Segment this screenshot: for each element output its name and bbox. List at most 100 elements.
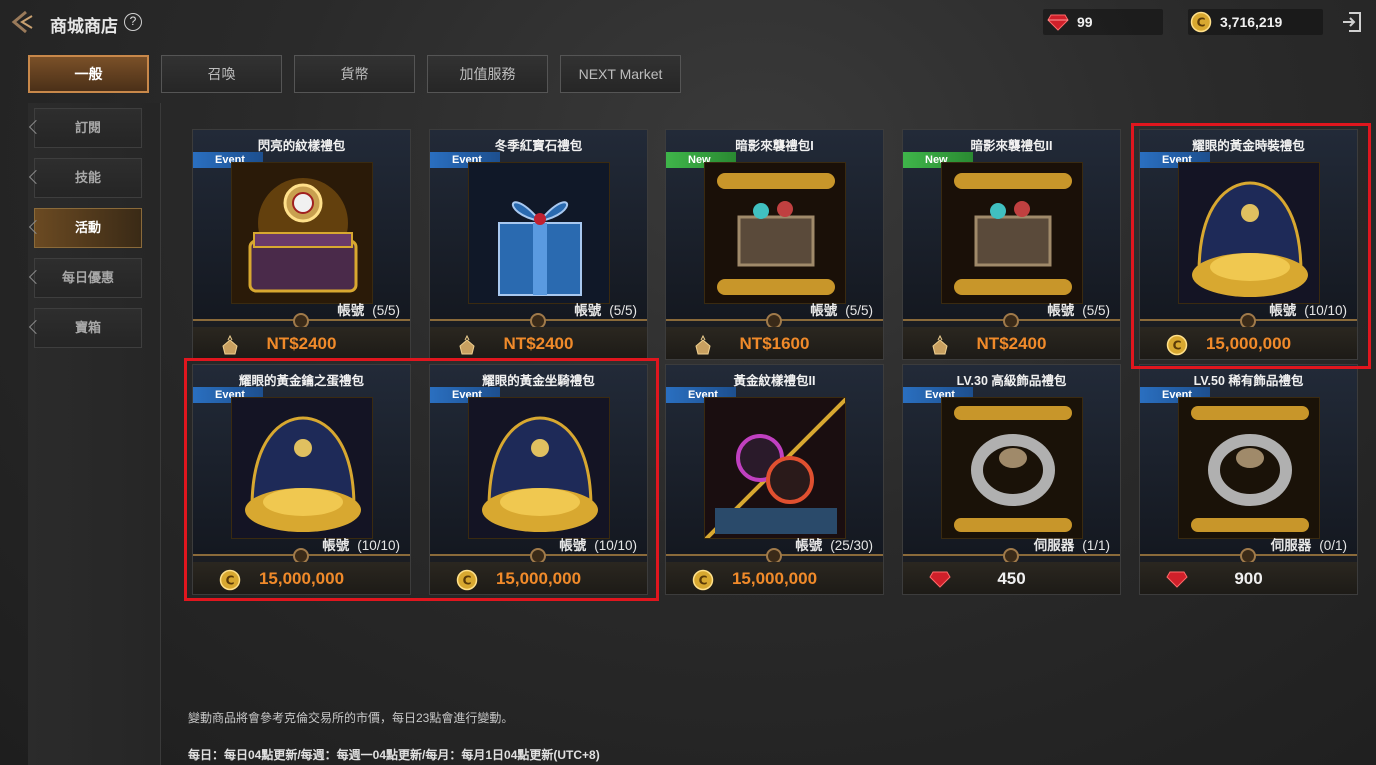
product-price: NT$2400 xyxy=(266,334,337,353)
product-image xyxy=(468,162,610,304)
sidebar-item-daily-deals[interactable]: 每日優惠 xyxy=(28,258,142,298)
product-price: NT$2400 xyxy=(503,334,574,353)
product-price: 450 xyxy=(997,569,1026,588)
gold-coin-icon: C xyxy=(1190,11,1212,33)
price-bar[interactable]: C 15,000,000 xyxy=(193,562,410,594)
limit-count: (0/1) xyxy=(1319,538,1347,553)
product-price: 900 xyxy=(1234,569,1263,588)
purchase-limit: 帳號 (5/5) xyxy=(1047,299,1110,319)
limit-count: (10/10) xyxy=(594,538,637,553)
product-card[interactable]: 耀眼的黃金坐騎禮包 Event 帳號 (10/10) C 15,000,000 xyxy=(429,364,648,595)
product-image xyxy=(941,397,1083,539)
price-bar[interactable]: NT$2400 xyxy=(193,327,410,359)
product-price: 15,000,000 xyxy=(1205,334,1292,353)
limit-scope: 帳號 xyxy=(559,538,587,553)
product-image xyxy=(468,397,610,539)
limit-scope: 伺服器 xyxy=(1270,538,1312,553)
product-card[interactable]: 冬季紅寶石禮包 Event 帳號 (5/5) NT$2400 xyxy=(429,129,648,360)
product-card[interactable]: LV.30 高級飾品禮包 Event 伺服器 (1/1) 450 xyxy=(902,364,1121,595)
card-divider xyxy=(666,313,883,329)
header-bar: 商城商店 ? 99 C 3,716,219 xyxy=(0,0,1376,46)
product-image xyxy=(231,397,373,539)
product-price: 15,000,000 xyxy=(495,569,582,588)
price-bar[interactable]: NT$1600 xyxy=(666,327,883,359)
purchase-limit: 帳號 (10/10) xyxy=(322,534,400,554)
tab-summon[interactable]: 召喚 xyxy=(161,55,282,93)
sidebar-item-skills[interactable]: 技能 xyxy=(28,158,142,198)
limit-scope: 帳號 xyxy=(574,303,602,318)
exit-icon[interactable] xyxy=(1340,10,1364,34)
sidebar-item-events[interactable]: 活動 xyxy=(28,208,142,248)
purchase-limit: 帳號 (10/10) xyxy=(559,534,637,554)
product-image xyxy=(704,162,846,304)
chevron-icon xyxy=(28,219,44,235)
tab-next-market[interactable]: NEXT Market xyxy=(560,55,681,93)
product-card[interactable]: 黃金紋樣禮包II Event 帳號 (25/30) C 15,000,000 xyxy=(665,364,884,595)
purchase-limit: 伺服器 (1/1) xyxy=(1034,534,1110,554)
purchase-limit: 帳號 (25/30) xyxy=(795,534,873,554)
price-bar[interactable]: 900 xyxy=(1140,562,1357,594)
gold-count: 3,716,219 xyxy=(1220,14,1283,30)
product-card[interactable]: 耀眼的黃金時裝禮包 Event 帳號 (10/10) C 15,000,000 xyxy=(1139,129,1358,360)
price-bar[interactable]: C 15,000,000 xyxy=(430,562,647,594)
product-card[interactable]: 耀眼的黃金鑰之蛋禮包 Event 帳號 (10/10) C 15,000,000 xyxy=(192,364,411,595)
card-divider xyxy=(666,548,883,564)
product-card[interactable]: 暗影來襲禮包I New 帳號 (5/5) NT$1600 xyxy=(665,129,884,360)
card-divider xyxy=(1140,313,1357,329)
card-divider xyxy=(903,313,1120,329)
limit-scope: 伺服器 xyxy=(1033,538,1075,553)
tab-general[interactable]: 一般 xyxy=(28,55,149,93)
sidebar: 訂閱 技能 活動 每日優惠 寶箱 xyxy=(28,103,161,765)
limit-scope: 帳號 xyxy=(322,538,350,553)
product-price: NT$1600 xyxy=(739,334,810,353)
product-price: 15,000,000 xyxy=(731,569,818,588)
sidebar-item-label: 技能 xyxy=(74,170,101,185)
limit-scope: 帳號 xyxy=(337,303,365,318)
chevron-icon xyxy=(28,269,44,285)
sidebar-item-label: 訂閱 xyxy=(74,120,101,135)
limit-count: (5/5) xyxy=(845,303,873,318)
price-bar[interactable]: NT$2400 xyxy=(903,327,1120,359)
tab-value-services[interactable]: 加值服務 xyxy=(427,55,548,93)
gem-count: 99 xyxy=(1077,14,1093,30)
card-divider xyxy=(193,313,410,329)
product-image xyxy=(704,397,846,539)
reset-schedule-note: 每日：每日04點更新/每週：每週一04點更新/每月：每月1日04點更新(UTC+… xyxy=(188,748,600,762)
svg-text:C: C xyxy=(1197,16,1206,30)
gem-balance: 99 xyxy=(1043,9,1163,35)
sidebar-item-label: 活動 xyxy=(74,220,101,235)
sidebar-item-label: 每日優惠 xyxy=(61,270,114,285)
chevron-icon xyxy=(28,119,44,135)
back-arrow-icon[interactable] xyxy=(6,6,38,38)
sidebar-item-chests[interactable]: 寶箱 xyxy=(28,308,142,348)
product-card[interactable]: 閃亮的紋樣禮包 Event 帳號 (5/5) NT$2400 xyxy=(192,129,411,360)
sidebar-item-subscription[interactable]: 訂閱 xyxy=(28,108,142,148)
price-change-note: 變動商品將會參考克倫交易所的市價，每日23點會進行變動。 xyxy=(188,711,514,725)
red-gem-icon xyxy=(1047,14,1069,31)
product-image xyxy=(1178,397,1320,539)
limit-scope: 帳號 xyxy=(1047,303,1075,318)
sidebar-item-label: 寶箱 xyxy=(74,320,101,335)
product-image xyxy=(941,162,1083,304)
purchase-limit: 帳號 (10/10) xyxy=(1269,299,1347,319)
page-title: 商城商店 xyxy=(50,17,118,36)
limit-scope: 帳號 xyxy=(1269,303,1297,318)
purchase-limit: 伺服器 (0/1) xyxy=(1271,534,1347,554)
limit-count: (5/5) xyxy=(1082,303,1110,318)
card-divider xyxy=(430,548,647,564)
help-icon[interactable]: ? xyxy=(124,13,142,31)
product-image xyxy=(231,162,373,304)
product-card[interactable]: 暗影來襲禮包II New 帳號 (5/5) NT$2400 xyxy=(902,129,1121,360)
price-bar[interactable]: 450 xyxy=(903,562,1120,594)
price-bar[interactable]: NT$2400 xyxy=(430,327,647,359)
limit-count: (10/10) xyxy=(357,538,400,553)
purchase-limit: 帳號 (5/5) xyxy=(810,299,873,319)
tab-currency[interactable]: 貨幣 xyxy=(294,55,415,93)
price-bar[interactable]: C 15,000,000 xyxy=(1140,327,1357,359)
price-bar[interactable]: C 15,000,000 xyxy=(666,562,883,594)
limit-scope: 帳號 xyxy=(810,303,838,318)
card-divider xyxy=(430,313,647,329)
limit-count: (10/10) xyxy=(1304,303,1347,318)
product-price: 15,000,000 xyxy=(258,569,345,588)
product-card[interactable]: LV.50 稀有飾品禮包 Event 伺服器 (0/1) 900 xyxy=(1139,364,1358,595)
